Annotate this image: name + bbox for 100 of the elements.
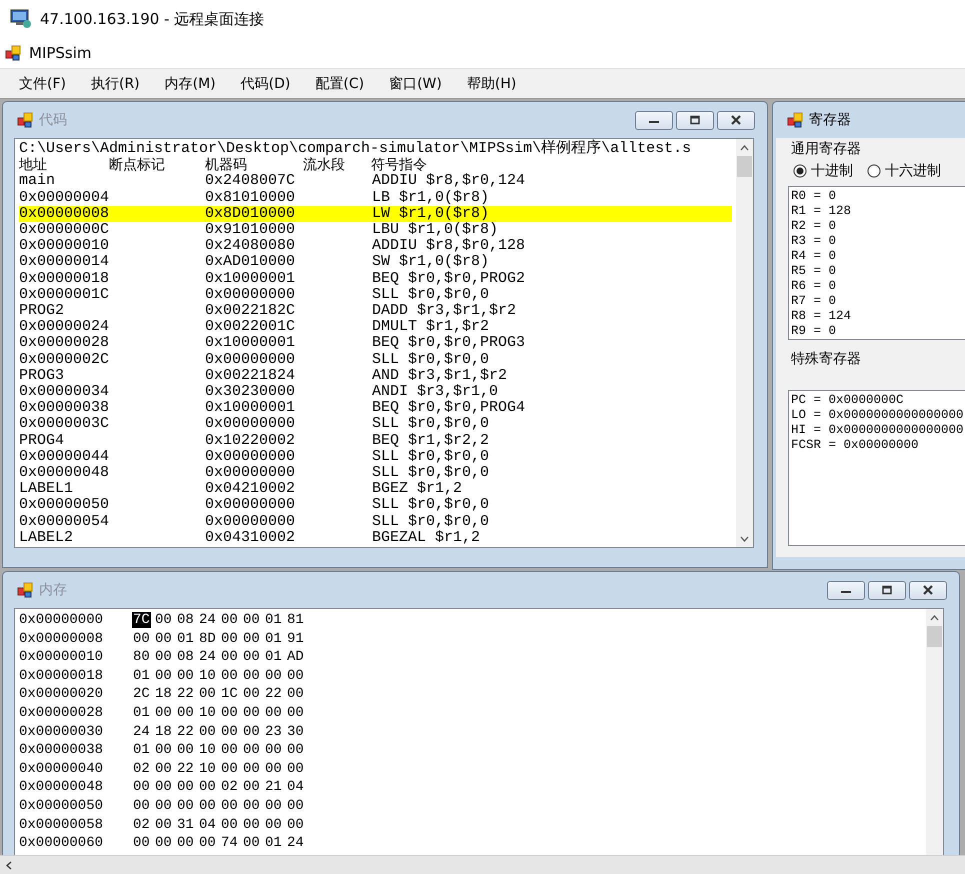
memory-byte[interactable]: 00 [154, 612, 173, 628]
code-row[interactable]: 0x00000038 0x10000001 BEQ $r0,$r0,PROG4 [19, 400, 732, 416]
code-row[interactable]: PROG3 0x00221824 AND $r3,$r1,$r2 [19, 368, 732, 384]
memory-byte[interactable]: 00 [264, 816, 283, 833]
memory-byte[interactable]: 00 [154, 798, 173, 814]
memory-byte[interactable]: 24 [198, 649, 217, 666]
memory-byte[interactable]: 00 [154, 630, 173, 647]
memory-byte[interactable]: 01 [132, 742, 151, 758]
restore-icon[interactable] [688, 115, 702, 125]
scrollbar[interactable] [926, 609, 943, 855]
memory-byte[interactable]: 00 [154, 649, 173, 666]
memory-byte[interactable]: 00 [286, 816, 305, 833]
scroll-thumb[interactable] [927, 626, 942, 647]
memory-byte[interactable]: 80 [132, 649, 151, 666]
close-button[interactable] [717, 110, 755, 130]
menu-item[interactable]: 文件(F) [10, 72, 75, 94]
memory-byte[interactable]: 00 [264, 668, 283, 684]
code-row[interactable]: 0x00000050 0x00000000 SLL $r0,$r0,0 [19, 497, 732, 514]
memory-byte[interactable]: 00 [286, 760, 305, 777]
memory-byte[interactable]: 00 [176, 668, 195, 684]
memory-byte[interactable]: 10 [198, 668, 217, 684]
memory-byte[interactable]: 04 [198, 816, 217, 833]
memory-byte[interactable]: 00 [220, 816, 239, 833]
memory-byte[interactable]: 01 [264, 835, 283, 852]
code-row[interactable]: 0x00000018 0x10000001 BEQ $r0,$r0,PROG2 [19, 270, 732, 287]
code-row[interactable]: PROG4 0x10220002 BEQ $r1,$r2,2 [19, 432, 732, 449]
memory-byte[interactable]: 91 [286, 630, 305, 647]
code-row[interactable]: 0x00000014 0xAD010000 SW $r1,0($r8) [19, 254, 732, 271]
memory-byte[interactable]: 02 [132, 760, 151, 777]
memory-byte[interactable]: 00 [198, 835, 217, 852]
memory-byte[interactable]: 08 [176, 649, 195, 666]
memory-byte[interactable]: 00 [198, 724, 217, 740]
code-row[interactable]: 0x00000044 0x00000000 SLL $r0,$r0,0 [19, 448, 732, 466]
memory-byte[interactable]: 00 [154, 835, 173, 852]
memory-byte[interactable]: 22 [176, 760, 195, 777]
memory-byte[interactable]: 00 [264, 704, 283, 721]
memory-byte[interactable]: 00 [264, 798, 283, 814]
code-row[interactable]: 0x00000024 0x0022001C DMULT $r1,$r2 [19, 319, 732, 336]
memory-byte[interactable]: 00 [220, 760, 239, 777]
code-row[interactable]: 0x0000003C 0x00000000 SLL $r0,$r0,0 [19, 416, 732, 433]
memory-byte[interactable]: 01 [264, 630, 283, 647]
code-row[interactable]: 0x00000054 0x00000000 SLL $r0,$r0,0 [19, 514, 732, 530]
memory-byte[interactable]: 01 [264, 612, 283, 628]
memory-byte[interactable]: 22 [176, 686, 195, 702]
radio-option[interactable]: 十六进制 [867, 162, 941, 180]
memory-byte[interactable]: 00 [132, 835, 151, 852]
memory-byte[interactable]: 00 [286, 686, 305, 702]
close-icon[interactable] [729, 115, 743, 125]
memory-byte[interactable]: 1C [220, 686, 239, 702]
memory-byte[interactable]: 00 [176, 742, 195, 758]
memory-byte[interactable]: 00 [220, 649, 239, 666]
memory-byte[interactable]: 00 [154, 742, 173, 758]
memory-byte[interactable]: 00 [154, 779, 173, 796]
memory-byte[interactable]: 00 [242, 612, 261, 628]
close-button[interactable] [909, 580, 947, 600]
memory-byte[interactable]: 00 [220, 724, 239, 740]
memory-byte[interactable]: 18 [154, 724, 173, 740]
memory-byte[interactable]: 00 [176, 779, 195, 796]
code-row[interactable]: 0x0000002C 0x00000000 SLL $r0,$r0,0 [19, 352, 732, 368]
code-row[interactable]: 0x00000010 0x24080080 ADDIU $r8,$r0,128 [19, 238, 732, 254]
memory-byte[interactable]: 00 [154, 760, 173, 777]
memory-byte[interactable]: 00 [242, 835, 261, 852]
memory-byte[interactable]: 00 [220, 798, 239, 814]
scroll-thumb[interactable] [737, 156, 752, 177]
memory-byte[interactable]: 00 [286, 668, 305, 684]
memory-byte[interactable]: 00 [264, 760, 283, 777]
memory-byte[interactable]: 23 [264, 724, 283, 740]
memory-byte[interactable]: 02 [220, 779, 239, 796]
code-row[interactable]: LABEL1 0x04210002 BGEZ $r1,2 [19, 481, 732, 498]
memory-byte[interactable]: 00 [242, 760, 261, 777]
radio-icon[interactable] [867, 164, 881, 178]
code-row[interactable]: LABEL2 0x04310002 BGEZAL $r1,2 [19, 530, 732, 546]
memory-byte[interactable]: 8D [198, 630, 217, 647]
memory-byte[interactable]: 00 [286, 742, 305, 758]
memory-byte[interactable]: 2C [132, 686, 151, 702]
memory-byte[interactable]: 10 [198, 760, 217, 777]
memory-byte[interactable]: 31 [176, 816, 195, 833]
memory-byte[interactable]: 10 [198, 742, 217, 758]
code-row[interactable]: 0x00000008 0x8D010000 LW $r1,0($r8) [19, 206, 732, 222]
minimize-button[interactable] [827, 580, 865, 600]
memory-byte[interactable]: 24 [286, 835, 305, 852]
code-row[interactable]: 0x00000034 0x30230000 ANDI $r3,$r1,0 [19, 384, 732, 400]
memory-byte[interactable]: 22 [176, 724, 195, 740]
code-row[interactable]: 0x00000004 0x81010000 LB $r1,0($r8) [19, 190, 732, 206]
memory-byte[interactable]: 00 [132, 798, 151, 814]
memory-byte[interactable]: 01 [264, 649, 283, 666]
memory-byte[interactable]: 18 [154, 686, 173, 702]
memory-byte[interactable]: 74 [220, 835, 239, 852]
scrollbar[interactable] [736, 139, 753, 547]
code-row[interactable]: 0x0000000C 0x91010000 LBU $r1,0($r8) [19, 222, 732, 238]
restore-button[interactable] [868, 580, 906, 600]
menu-item[interactable]: 执行(R) [82, 72, 149, 94]
memory-byte[interactable]: 00 [198, 779, 217, 796]
memory-byte[interactable]: 00 [286, 704, 305, 721]
code-row[interactable]: PROG2 0x0022182C DADD $r3,$r1,$r2 [19, 303, 732, 320]
memory-byte[interactable]: 00 [220, 704, 239, 721]
restore-button[interactable] [676, 110, 714, 130]
memory-byte[interactable]: 22 [264, 686, 283, 702]
menu-item[interactable]: 代码(D) [232, 72, 300, 94]
memory-byte[interactable]: 00 [176, 835, 195, 852]
